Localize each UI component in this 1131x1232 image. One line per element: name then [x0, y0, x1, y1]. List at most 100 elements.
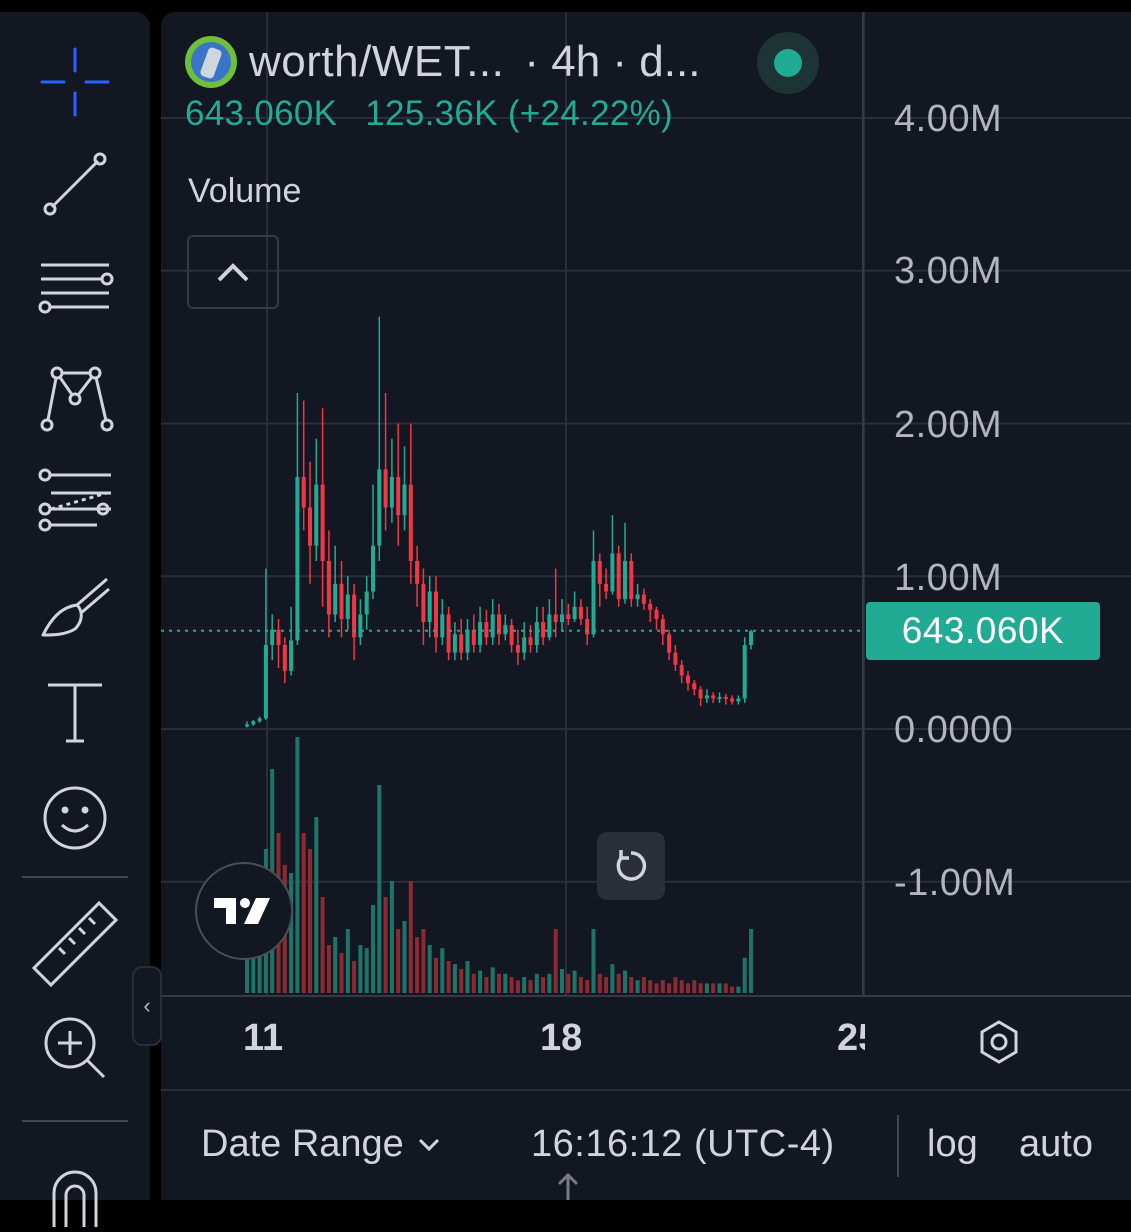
toolbar-collapse-button[interactable]: ‹ [132, 966, 162, 1046]
candle [736, 695, 741, 705]
candle-body [686, 675, 690, 684]
symbol-interval[interactable]: · 4h · d... [524, 37, 700, 87]
ruler-tool[interactable] [30, 900, 120, 988]
tradingview-logo[interactable] [195, 862, 293, 960]
candle [415, 545, 420, 607]
candle [308, 461, 312, 584]
candle [326, 530, 331, 638]
candle-body [560, 614, 564, 623]
legend-collapse-button[interactable] [187, 235, 279, 309]
volume-bar [560, 969, 564, 993]
volume-bar [415, 937, 420, 993]
candle [679, 660, 684, 684]
candle [509, 619, 514, 653]
volume-bar [396, 929, 401, 993]
symbol-row[interactable]: worth/WET... · 4h · d... [185, 36, 700, 88]
candle-body [465, 629, 470, 653]
candle-body [578, 606, 583, 620]
horizontal-lines-tool[interactable] [30, 250, 120, 330]
clock-timezone[interactable]: 16:16:12 (UTC-4) [531, 1123, 835, 1166]
candle [408, 423, 413, 584]
price-axis-label: -1.00M [894, 862, 1016, 904]
volume-bar [440, 948, 445, 993]
fib-retracement-tool[interactable] [30, 462, 120, 542]
log-scale-toggle[interactable]: log [927, 1123, 978, 1166]
candle-body [339, 583, 344, 620]
candle [742, 637, 747, 704]
candle [446, 606, 451, 661]
volume-bar [295, 737, 300, 993]
candle [440, 599, 445, 645]
date-range-dropdown[interactable]: Date Range [201, 1123, 440, 1166]
horizontal-lines-icon [38, 263, 114, 314]
candle [452, 622, 457, 661]
candle [257, 716, 262, 723]
volume-bar [597, 973, 602, 993]
chart-legend: worth/WET... · 4h · d... 643.060K 125.36… [185, 36, 700, 134]
volume-indicator-label[interactable]: Volume [188, 172, 301, 211]
candle-body [320, 484, 325, 561]
symbol-name[interactable]: worth/WET... [249, 37, 504, 87]
candle [749, 629, 753, 650]
arrow-up-icon [557, 1172, 579, 1200]
volume-bar [604, 977, 609, 993]
emoji-tool[interactable] [30, 778, 120, 858]
volume-bar [326, 945, 331, 993]
candle [572, 591, 577, 623]
time-axis-label: 11 [243, 1017, 284, 1059]
candle-body [396, 476, 401, 516]
magnet-icon [52, 1170, 98, 1227]
candle-body [572, 606, 577, 620]
volume-bar [515, 980, 520, 993]
candle [585, 606, 590, 645]
zoom-in-icon [44, 1017, 106, 1079]
text-tool[interactable] [30, 672, 120, 752]
candle-body [553, 614, 558, 623]
candle-body [541, 622, 546, 638]
candle-body [276, 629, 281, 645]
candle [503, 614, 508, 641]
chart-settings-button[interactable] [974, 1017, 1024, 1067]
settings-icon [980, 1020, 1018, 1064]
candle [547, 599, 552, 641]
candle [459, 619, 464, 661]
candle-body [723, 696, 728, 699]
volume-bar [421, 929, 426, 993]
candle-body [459, 634, 464, 653]
candle [522, 622, 527, 661]
candle-body [371, 545, 375, 592]
market-status-indicator[interactable] [757, 32, 819, 94]
pattern-tool[interactable] [30, 358, 120, 438]
volume-bar [616, 973, 621, 993]
auto-scale-toggle[interactable]: auto [1019, 1123, 1093, 1166]
brush-tool[interactable] [30, 568, 120, 648]
candle [383, 392, 388, 531]
zoom-in-tool[interactable] [30, 1008, 120, 1088]
trend-line-tool[interactable] [30, 144, 120, 224]
volume-bar [723, 983, 728, 993]
candle [704, 689, 709, 704]
volume-bar [610, 964, 615, 993]
candle-body [667, 634, 672, 653]
reset-chart-button[interactable] [597, 832, 665, 900]
volume-bar [484, 977, 489, 993]
candle [352, 583, 357, 661]
magnet-tool[interactable] [30, 1152, 120, 1232]
candle [623, 522, 627, 604]
chart-panel[interactable]: worth/WET... · 4h · d... 643.060K 125.36… [161, 12, 1131, 1200]
candle [597, 553, 602, 607]
volume-bar [686, 983, 690, 993]
volume-bar [591, 929, 596, 993]
candle [301, 400, 306, 531]
candle-body [585, 619, 590, 635]
crosshair-tool[interactable] [30, 42, 120, 122]
token-logo [185, 36, 237, 88]
volume-bar [660, 980, 665, 993]
candle-body [257, 718, 262, 722]
candle [578, 599, 583, 626]
candle-body [736, 698, 741, 702]
candle-body [490, 614, 495, 638]
volume-bar [301, 833, 306, 993]
volume-bar [730, 986, 735, 993]
candle [245, 721, 249, 728]
